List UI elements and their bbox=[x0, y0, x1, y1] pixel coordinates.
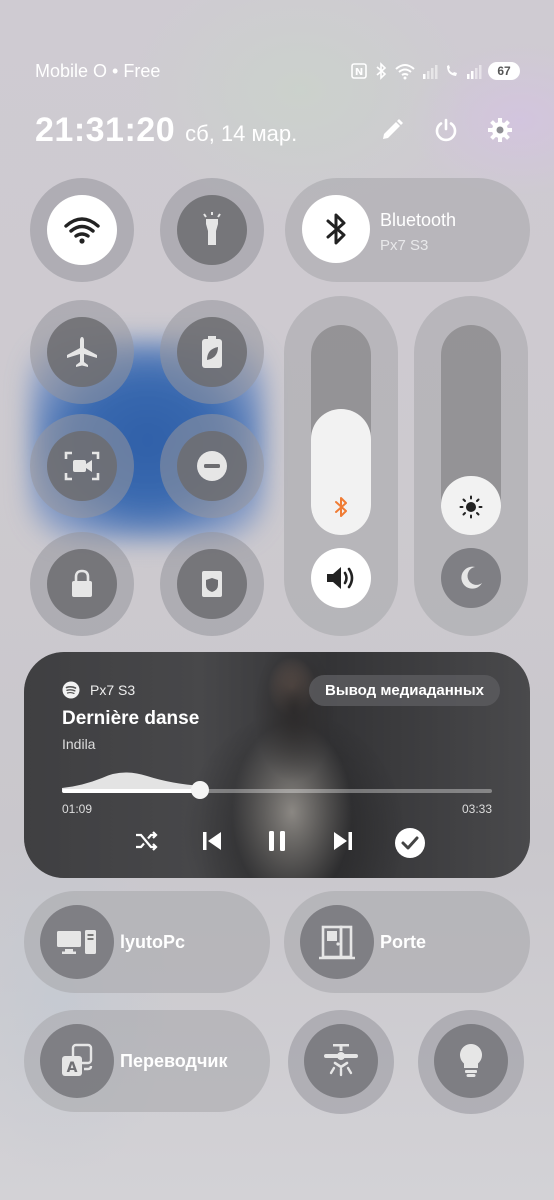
brightness-slider[interactable] bbox=[441, 325, 501, 535]
settings-icon[interactable] bbox=[486, 116, 514, 144]
translator-icon-bg: A bbox=[40, 1024, 114, 1098]
media-player[interactable]: Px7 S3 Вывод медиаданных Dernière danse … bbox=[24, 652, 530, 878]
shuffle-icon[interactable] bbox=[132, 827, 160, 855]
device-lyutopc-icon-bg bbox=[40, 905, 114, 979]
call-icon bbox=[447, 65, 457, 76]
bluetooth-icon bbox=[335, 497, 347, 517]
previous-icon[interactable] bbox=[198, 827, 226, 855]
song-title: Dernière danse bbox=[62, 708, 200, 729]
device-lyutopc-label: lyutoPc bbox=[120, 932, 186, 952]
flashlight-toggle[interactable] bbox=[177, 195, 247, 265]
progress-knob[interactable] bbox=[190, 781, 209, 799]
screen-record-icon bbox=[64, 451, 100, 481]
svg-text:N: N bbox=[355, 67, 363, 78]
status-bar: Mobile O • Free N 67 bbox=[35, 58, 520, 84]
elapsed-time: 01:09 bbox=[62, 802, 93, 816]
media-device: Px7 S3 bbox=[90, 682, 136, 698]
shield-icon bbox=[202, 571, 222, 597]
lock-icon bbox=[72, 569, 92, 597]
bluetooth-device: Px7 S3 bbox=[380, 237, 429, 254]
spotify-icon bbox=[62, 681, 80, 699]
pause-icon[interactable] bbox=[263, 827, 291, 855]
nfc-icon: N bbox=[351, 63, 367, 79]
do-not-disturb-toggle[interactable] bbox=[177, 431, 247, 501]
screen-recorder-toggle[interactable] bbox=[47, 431, 117, 501]
moon-icon bbox=[461, 566, 482, 589]
clock: 21:31:20 bbox=[35, 110, 176, 149]
lightbulb-icon bbox=[459, 1044, 483, 1077]
signal-icon bbox=[423, 65, 438, 79]
device-porte-label: Porte bbox=[380, 932, 427, 952]
bluetooth-title: Bluetooth bbox=[380, 210, 457, 230]
wifi-icon bbox=[395, 64, 415, 80]
media-output-button[interactable]: Вывод медиаданных bbox=[309, 674, 500, 706]
translator-label: Переводчик bbox=[120, 1051, 228, 1071]
bluetooth-icon bbox=[376, 62, 387, 80]
battery-indicator: 67 bbox=[488, 62, 520, 80]
volume-slider[interactable] bbox=[311, 325, 371, 535]
power-icon[interactable] bbox=[432, 116, 460, 144]
speaker-icon bbox=[327, 567, 354, 589]
dark-mode-button[interactable] bbox=[441, 548, 501, 608]
song-artist: Indila bbox=[62, 736, 96, 752]
check-icon[interactable] bbox=[394, 827, 425, 858]
airplane-toggle[interactable] bbox=[47, 317, 117, 387]
ceiling-fan-icon bbox=[324, 1044, 358, 1077]
total-time: 03:33 bbox=[461, 802, 492, 816]
lightbulb-button[interactable] bbox=[434, 1024, 508, 1098]
device-porte-icon-bg bbox=[300, 905, 374, 979]
computer-icon bbox=[57, 930, 96, 954]
wifi-icon bbox=[64, 217, 100, 244]
volume-button[interactable] bbox=[311, 548, 371, 608]
signal-2-icon bbox=[467, 65, 482, 79]
progress-bar[interactable] bbox=[62, 781, 492, 799]
power-saving-toggle[interactable] bbox=[177, 317, 247, 387]
date: сб, 14 мар. bbox=[185, 120, 298, 146]
edit-icon[interactable] bbox=[378, 116, 406, 144]
bluetooth-toggle[interactable] bbox=[302, 195, 370, 263]
airplane-icon bbox=[67, 337, 97, 367]
battery-leaf-icon bbox=[202, 336, 222, 368]
flashlight-icon bbox=[203, 212, 221, 245]
carrier-label: Mobile O • Free bbox=[35, 60, 161, 81]
translate-icon: A bbox=[62, 1043, 93, 1076]
lock-toggle[interactable] bbox=[47, 549, 117, 619]
media-controls bbox=[132, 824, 425, 858]
door-icon bbox=[319, 925, 355, 960]
next-icon[interactable] bbox=[329, 827, 357, 855]
wifi-toggle[interactable] bbox=[47, 195, 117, 265]
ceiling-fan-button[interactable] bbox=[304, 1024, 378, 1098]
progress-played bbox=[62, 789, 200, 793]
svg-text:A: A bbox=[67, 1060, 78, 1076]
header: 21:31:20 сб, 14 мар. bbox=[35, 108, 514, 152]
sun-icon bbox=[459, 495, 483, 519]
minus-circle-icon bbox=[197, 451, 227, 481]
secure-folder-toggle[interactable] bbox=[177, 549, 247, 619]
bluetooth-icon bbox=[326, 213, 346, 245]
bluetooth-info: Bluetooth Px7 S3 bbox=[380, 210, 456, 254]
